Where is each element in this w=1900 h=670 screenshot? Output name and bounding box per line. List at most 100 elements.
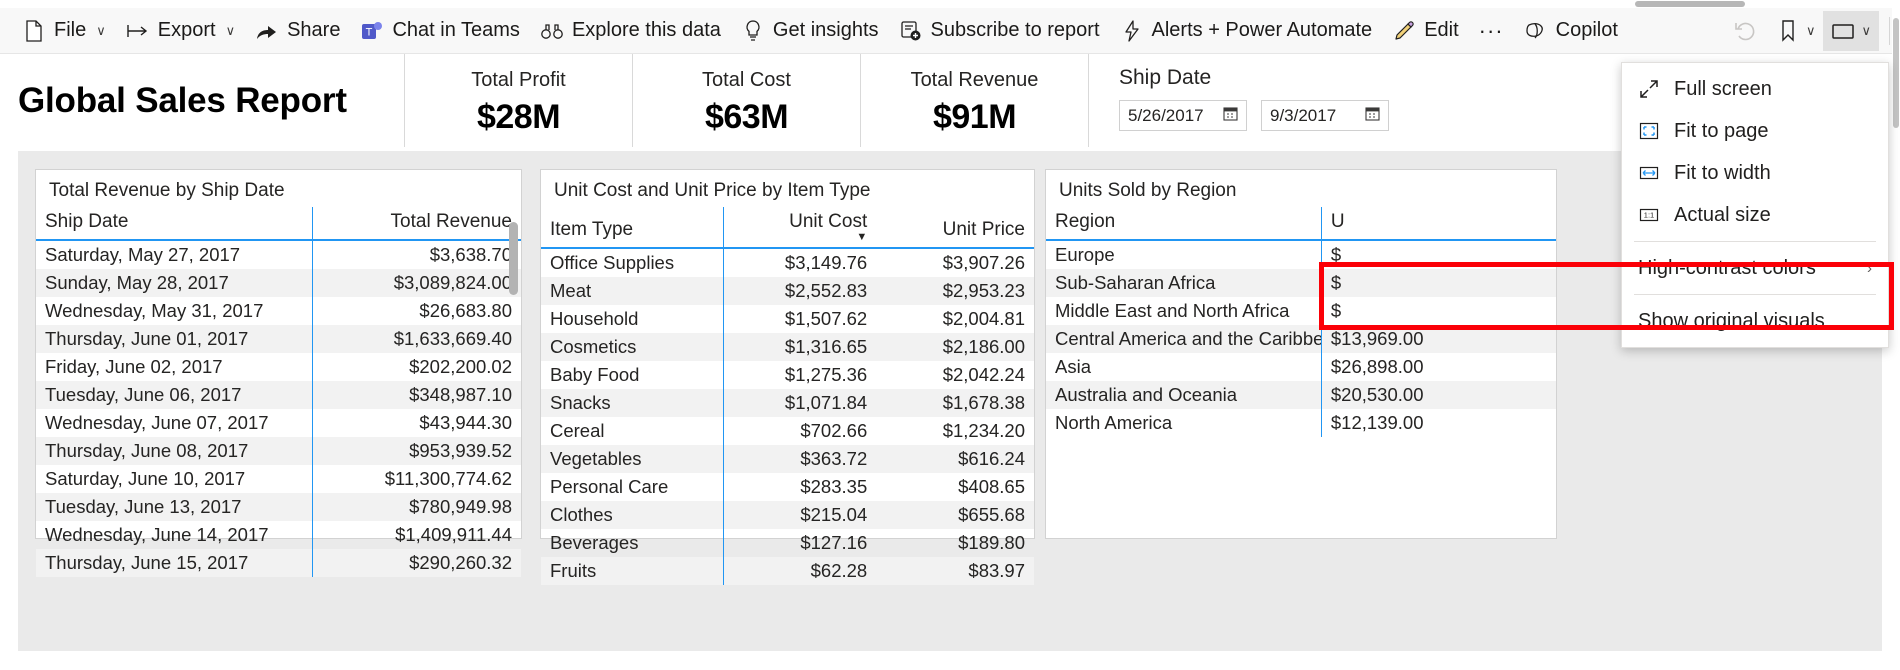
menu-item-high-contrast-colors[interactable]: High-contrast colors › [1622, 247, 1888, 289]
cell-unit-price: $655.68 [876, 501, 1034, 529]
table-row[interactable]: Meat $2,552.83 $2,953.23 [541, 277, 1034, 305]
vertical-scrollbar-thumb[interactable] [1893, 18, 1899, 128]
column-header-total-revenue[interactable]: Total Revenue [311, 207, 521, 241]
visual-total-revenue-by-ship-date[interactable]: Total Revenue by Ship Date Ship Date Tot… [35, 169, 522, 577]
table-row[interactable]: Central America and the Caribbean $13,969… [1046, 325, 1556, 353]
table-row[interactable]: Asia $26,898.00 [1046, 353, 1556, 381]
cell-ship-date: Sunday, May 28, 2017 [36, 269, 313, 297]
table-row[interactable]: Office Supplies $3,149.76 $3,907.26 [541, 248, 1034, 277]
kpi-total-cost-value: $63M [704, 97, 789, 136]
ship-date-start-input[interactable]: 5/26/2017 [1119, 100, 1247, 131]
calendar-icon[interactable] [1365, 106, 1380, 125]
toolbar-item-share[interactable]: Share [245, 12, 350, 50]
view-options-button[interactable]: ∨ [1823, 10, 1879, 51]
toolbar-item-export-label: Export [157, 19, 216, 41]
column-header-ship-date[interactable]: Ship Date [36, 207, 313, 241]
menu-item-show-original-visuals[interactable]: Show original visuals [1622, 300, 1888, 342]
table-row[interactable]: Europe $ [1046, 240, 1556, 269]
column-header-unit-price[interactable]: Unit Price [876, 207, 1034, 249]
calendar-icon[interactable] [1223, 106, 1238, 125]
cell-units-sold: $12,139.00 [1320, 409, 1556, 437]
horizontal-scrollbar-thumb[interactable] [1635, 1, 1745, 7]
table-row[interactable]: Thursday, June 15, 2017 $290,260.32 [36, 549, 521, 577]
ship-date-end-input[interactable]: 9/3/2017 [1261, 100, 1389, 131]
units-sold-rows: Europe $ Sub-Saharan Africa $ Middle East … [1046, 240, 1556, 437]
horizontal-scrollbar[interactable] [0, 0, 1900, 8]
kpi-total-profit[interactable]: Total Profit $28M [404, 54, 632, 147]
table-row[interactable]: Tuesday, June 13, 2017 $780,949.98 [36, 493, 521, 521]
cell-region: Central America and the Caribbean [1046, 325, 1322, 353]
cell-region: Europe [1055, 244, 1115, 265]
toolbar-item-explore-this-data[interactable]: Explore this data [530, 12, 731, 50]
chevron-down-icon: ∨ [96, 22, 106, 38]
table-row[interactable]: Household $1,507.62 $2,004.81 [541, 305, 1034, 333]
toolbar-item-get-insights[interactable]: Get insights [731, 12, 889, 50]
visual-1-scrollbar-thumb[interactable] [509, 222, 518, 295]
menu-item-fit-to-width-label: Fit to width [1674, 161, 1771, 184]
menu-item-full-screen[interactable]: Full screen [1622, 68, 1888, 110]
kpi-total-cost[interactable]: Total Cost $63M [632, 54, 860, 147]
table-row[interactable]: Wednesday, June 07, 2017 $43,944.30 [36, 409, 521, 437]
cell-unit-price: $408.65 [958, 476, 1025, 497]
table-row[interactable]: Tuesday, June 06, 2017 $348,987.10 [36, 381, 521, 409]
toolbar-item-copilot-label: Copilot [1555, 19, 1618, 41]
column-header-unit-cost[interactable]: Unit Cost ▼ [722, 207, 877, 249]
toolbar-item-export[interactable]: Export ∨ [116, 12, 245, 50]
table-row[interactable]: Saturday, May 27, 2017 $3,638.70 [36, 240, 521, 269]
table-row[interactable]: Baby Food $1,275.36 $2,042.24 [541, 361, 1034, 389]
cell-unit-cost: $1,316.65 [722, 333, 877, 361]
undo-icon[interactable] [1722, 11, 1768, 51]
table-row[interactable]: Friday, June 02, 2017 $202,200.02 [36, 353, 521, 381]
table-row[interactable]: Middle East and North Africa $ [1046, 297, 1556, 325]
cell-total-revenue: $780,949.98 [311, 493, 521, 521]
toolbar-item-explore-this-data-label: Explore this data [571, 19, 721, 41]
table-row[interactable]: North America $12,139.00 [1046, 409, 1556, 437]
vertical-scrollbar[interactable] [1892, 8, 1900, 670]
column-header-units-sold[interactable]: U [1320, 207, 1556, 241]
revenue-by-ship-date-table: Ship Date Total Revenue Saturday, May 27… [36, 207, 521, 577]
table-row[interactable]: Wednesday, May 31, 2017 $26,683.80 [36, 297, 521, 325]
page-title: Global Sales Report [18, 80, 347, 120]
toolbar-item-alerts-power-automate[interactable]: Alerts + Power Automate [1110, 12, 1383, 50]
visual-units-sold-by-region[interactable]: Units Sold by Region Region U Europe $ Su… [1045, 169, 1557, 539]
cell-unit-cost: $702.66 [722, 417, 877, 445]
toolbar-item-subscribe-to-report[interactable]: Subscribe to report [889, 12, 1110, 50]
ship-date-end-value: 9/3/2017 [1270, 105, 1337, 125]
table-row[interactable]: Fruits $62.28 $83.97 [541, 557, 1034, 585]
table-row[interactable]: Clothes $215.04 $655.68 [541, 501, 1034, 529]
toolbar-item-chat-in-teams[interactable]: T Chat in Teams [350, 12, 529, 50]
table-row[interactable]: Australia and Oceania $20,530.00 [1046, 381, 1556, 409]
table-row[interactable]: Cosmetics $1,316.65 $2,186.00 [541, 333, 1034, 361]
column-header-item-type[interactable]: Item Type [541, 207, 724, 249]
subscribe-icon [899, 19, 923, 43]
bookmarks-button[interactable]: ∨ [1768, 11, 1824, 51]
column-header-region[interactable]: Region [1046, 207, 1322, 241]
cell-total-revenue: $290,260.32 [311, 549, 521, 577]
menu-item-full-screen-label: Full screen [1674, 77, 1772, 100]
table-row[interactable]: Sunday, May 28, 2017 $3,089,824.00 [36, 269, 521, 297]
table-row[interactable]: Snacks $1,071.84 $1,678.38 [541, 389, 1034, 417]
toolbar-item-file[interactable]: File ∨ [12, 12, 116, 50]
table-row[interactable]: Wednesday, June 14, 2017 $1,409,911.44 [36, 521, 521, 549]
export-icon [126, 19, 150, 43]
table-row[interactable]: Saturday, June 10, 2017 $11,300,774.62 [36, 465, 521, 493]
toolbar-more-options-button[interactable]: ··· [1469, 18, 1514, 44]
table-row[interactable]: Beverages $127.16 $189.80 [541, 529, 1034, 557]
visual-unit-cost-and-unit-price-by-item-type[interactable]: Unit Cost and Unit Price by Item Type It… [540, 169, 1035, 585]
teams-icon: T [360, 19, 384, 43]
kpi-total-revenue[interactable]: Total Revenue $91M [860, 54, 1088, 147]
menu-item-actual-size[interactable]: 1:1 Actual size [1622, 194, 1888, 236]
report-toolbar: File ∨ Export ∨ Share T Chat in Teams Ex… [0, 8, 1900, 54]
table-row[interactable]: Personal Care $283.35 $408.65 [541, 473, 1034, 501]
menu-item-fit-to-width[interactable]: Fit to width [1622, 152, 1888, 194]
table-row[interactable]: Sub-Saharan Africa $ [1046, 269, 1556, 297]
table-row[interactable]: Thursday, June 01, 2017 $1,633,669.40 [36, 325, 521, 353]
table-row[interactable]: Thursday, June 08, 2017 $953,939.52 [36, 437, 521, 465]
toolbar-item-copilot[interactable]: Copilot [1514, 12, 1628, 50]
toolbar-item-edit[interactable]: Edit [1382, 12, 1468, 50]
table-row[interactable]: Vegetables $363.72 $616.24 [541, 445, 1034, 473]
cell-unit-price: $2,953.23 [876, 277, 1034, 305]
menu-item-fit-to-page[interactable]: Fit to page [1622, 110, 1888, 152]
table-row[interactable]: Cereal $702.66 $1,234.20 [541, 417, 1034, 445]
visual-1-vertical-scrollbar[interactable] [509, 222, 518, 522]
